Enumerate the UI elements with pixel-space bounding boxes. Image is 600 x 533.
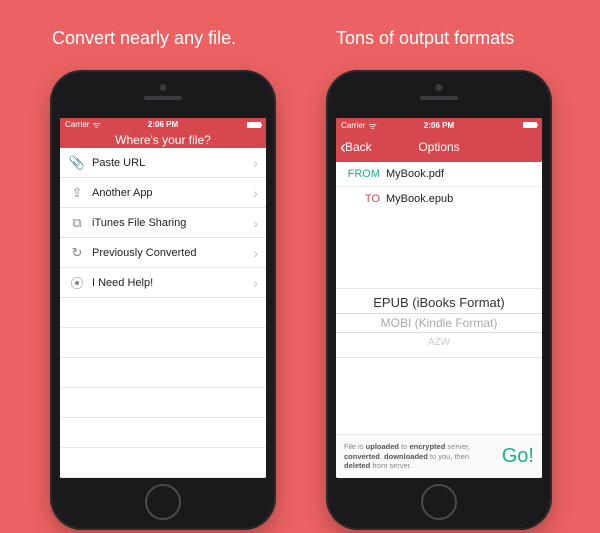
- battery-icon: [247, 122, 261, 128]
- home-button[interactable]: [145, 484, 181, 520]
- status-bar: Carrier ᯤ 2:06 PM: [336, 118, 542, 132]
- help-icon: ⦿: [68, 273, 86, 292]
- phone-camera: [160, 84, 167, 91]
- footer-bar: File is uploaded to encrypted server, co…: [336, 434, 542, 478]
- caption-right: Tons of output formats: [336, 28, 514, 49]
- phone-speaker: [420, 96, 458, 100]
- row-itunes-file-sharing[interactable]: ⧉ iTunes File Sharing ›: [60, 208, 266, 238]
- paperclip-icon: 📎: [68, 155, 86, 171]
- phone-camera: [436, 84, 443, 91]
- nav-bar: ‹ Back Options: [336, 132, 542, 162]
- carrier-label: Carrier: [65, 120, 89, 129]
- row-another-app[interactable]: ⇪ Another App ›: [60, 178, 266, 208]
- row-help[interactable]: ⦿ I Need Help! ›: [60, 268, 266, 298]
- nav-bar: Where's your file?: [60, 131, 266, 148]
- phone-frame-right: Carrier ᯤ 2:06 PM ‹ Back Options FROM My…: [326, 70, 552, 530]
- picker-option: MOBI (Kindle Format): [381, 313, 498, 333]
- page-title: Where's your file?: [115, 133, 211, 147]
- chevron-right-icon: ›: [253, 275, 258, 291]
- go-button[interactable]: Go!: [496, 445, 534, 468]
- page-title: Options: [418, 140, 459, 154]
- footer-note: File is uploaded to encrypted server, co…: [344, 442, 496, 471]
- row-label: Another App: [86, 187, 253, 199]
- empty-rows: [60, 298, 266, 478]
- from-label: FROM: [344, 168, 386, 180]
- screen-right: Carrier ᯤ 2:06 PM ‹ Back Options FROM My…: [336, 118, 542, 478]
- row-label: Paste URL: [86, 157, 253, 169]
- home-button[interactable]: [421, 484, 457, 520]
- source-list: 📎 Paste URL › ⇪ Another App › ⧉ iTunes F…: [60, 148, 266, 298]
- from-value: MyBook.pdf: [386, 168, 444, 180]
- wifi-icon: ᯤ: [92, 118, 100, 131]
- content-left: 📎 Paste URL › ⇪ Another App › ⧉ iTunes F…: [60, 148, 266, 478]
- to-row: TO MyBook.epub: [336, 187, 542, 211]
- row-paste-url[interactable]: 📎 Paste URL ›: [60, 148, 266, 178]
- clock: 2:06 PM: [148, 120, 178, 129]
- row-label: iTunes File Sharing: [86, 217, 253, 229]
- wifi-icon: ᯤ: [368, 119, 376, 132]
- screen-left: Carrier ᯤ 2:06 PM Where's your file? 📎 P…: [60, 118, 266, 478]
- caption-left: Convert nearly any file.: [52, 28, 236, 49]
- row-label: I Need Help!: [86, 277, 253, 289]
- clock: 2:06 PM: [424, 121, 454, 130]
- phone-speaker: [144, 96, 182, 100]
- back-button[interactable]: ‹ Back: [340, 138, 372, 156]
- from-row: FROM MyBook.pdf: [336, 162, 542, 186]
- row-label: Previously Converted: [86, 247, 253, 259]
- format-picker[interactable]: EPUB (iBooks Format) MOBI (Kindle Format…: [336, 288, 542, 358]
- picker-option: AZW: [428, 333, 450, 353]
- share-icon: ⇪: [68, 185, 86, 201]
- phone-frame-left: Carrier ᯤ 2:06 PM Where's your file? 📎 P…: [50, 70, 276, 530]
- battery-icon: [523, 122, 537, 128]
- row-previously-converted[interactable]: ↻ Previously Converted ›: [60, 238, 266, 268]
- to-value: MyBook.epub: [386, 193, 453, 205]
- status-bar: Carrier ᯤ 2:06 PM: [60, 118, 266, 131]
- back-label: Back: [345, 140, 372, 154]
- chevron-right-icon: ›: [253, 185, 258, 201]
- picker-selected: EPUB (iBooks Format): [373, 293, 504, 313]
- history-icon: ↻: [68, 245, 86, 261]
- chevron-right-icon: ›: [253, 215, 258, 231]
- to-label: TO: [344, 193, 386, 205]
- chevron-right-icon: ›: [253, 245, 258, 261]
- content-right: FROM MyBook.pdf TO MyBook.epub EPUB (iBo…: [336, 162, 542, 478]
- carrier-label: Carrier: [341, 121, 365, 130]
- stack-icon: ⧉: [68, 215, 86, 231]
- chevron-right-icon: ›: [253, 155, 258, 171]
